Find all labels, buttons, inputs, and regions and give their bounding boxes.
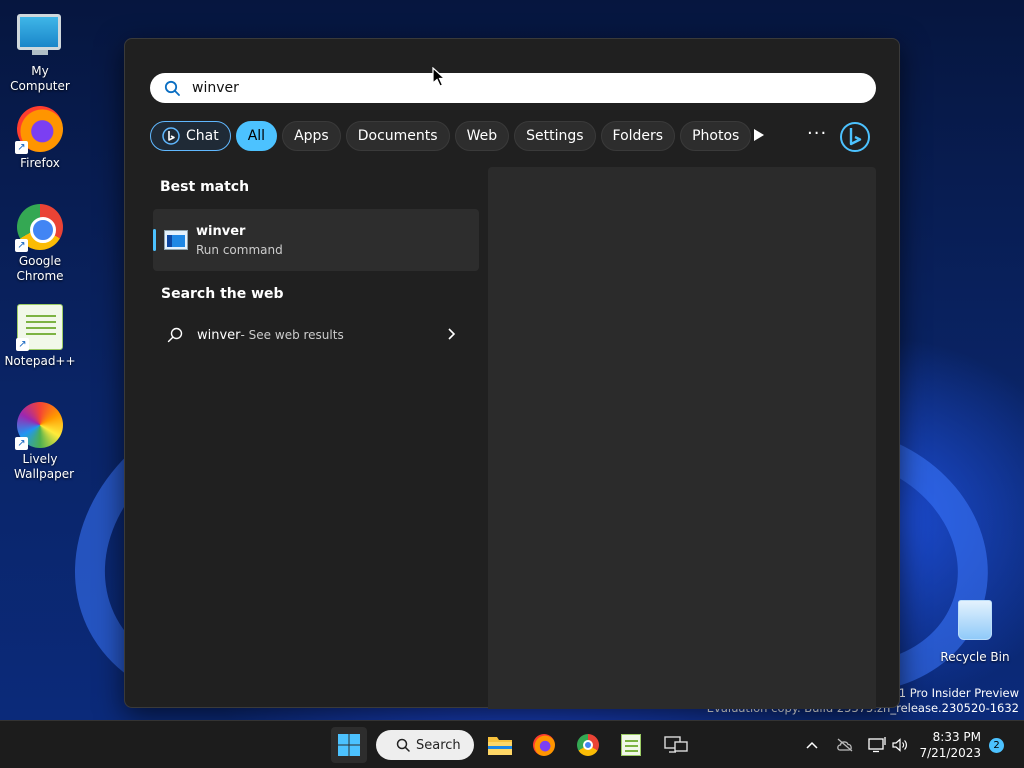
filter-label: Folders xyxy=(612,128,664,144)
bing-button[interactable] xyxy=(839,121,871,157)
run-command-icon xyxy=(164,230,188,250)
search-box[interactable] xyxy=(150,73,876,103)
shortcut-arrow-icon: ↗ xyxy=(15,437,28,450)
ellipsis-icon: ··· xyxy=(807,123,828,144)
chrome-icon: ↗ xyxy=(15,204,63,252)
filter-label: Documents xyxy=(357,128,438,144)
search-icon xyxy=(164,80,180,96)
desktop-icon-label: Lively Wallpaper xyxy=(14,452,75,481)
network-icon xyxy=(868,737,886,753)
filter-web[interactable]: Web xyxy=(454,121,510,151)
web-result-suffix: - See web results xyxy=(240,328,344,342)
desktop-icon-notepadpp[interactable]: ↗ Notepad++ xyxy=(0,304,80,369)
start-button[interactable] xyxy=(331,727,367,763)
taskbar-chrome[interactable] xyxy=(570,727,606,763)
chevron-right-icon xyxy=(448,328,456,340)
filter-settings[interactable]: Settings xyxy=(514,121,596,151)
filter-pills: Chat All Apps Documents Web Settings Fol… xyxy=(150,121,752,151)
filter-label: Apps xyxy=(294,128,329,144)
notepadpp-icon: ↗ xyxy=(16,304,63,351)
shortcut-arrow-icon: ↗ xyxy=(16,338,29,351)
clock-date: 7/21/2023 xyxy=(919,746,981,760)
result-name: winver xyxy=(196,223,246,239)
computer-icon xyxy=(17,14,63,60)
filter-chat[interactable]: Chat xyxy=(150,121,231,151)
filter-label: Photos xyxy=(692,128,740,144)
notepadpp-icon xyxy=(621,734,641,756)
search-input[interactable] xyxy=(192,80,832,96)
taskbar-remote-desktop[interactable] xyxy=(658,727,694,763)
cloud-offline-icon xyxy=(837,738,853,752)
onedrive-tray-button[interactable] xyxy=(836,721,854,768)
network-tray-button[interactable] xyxy=(868,721,886,768)
search-flyout: Chat All Apps Documents Web Settings Fol… xyxy=(124,38,900,709)
bing-icon xyxy=(840,122,870,152)
filter-label: Web xyxy=(466,128,498,144)
show-hidden-icons-button[interactable] xyxy=(806,721,818,768)
filter-label: Settings xyxy=(526,128,584,144)
filter-apps[interactable]: Apps xyxy=(282,121,341,151)
best-match-result[interactable]: winver Run command xyxy=(153,209,479,271)
play-icon xyxy=(754,129,764,141)
taskbar-search-label: Search xyxy=(416,737,461,753)
result-subtitle: Run command xyxy=(196,242,283,257)
notification-badge[interactable]: 2 xyxy=(989,738,1004,753)
taskbar-file-explorer[interactable] xyxy=(482,727,518,763)
desktop-icon-label: Notepad++ xyxy=(4,354,76,368)
more-filters-button[interactable] xyxy=(753,128,765,146)
filter-label: All xyxy=(247,128,266,144)
chrome-icon xyxy=(577,734,599,756)
desktop-icon-recycle-bin[interactable]: Recycle Bin xyxy=(935,598,1015,665)
chevron-up-icon xyxy=(806,741,818,749)
filter-all[interactable]: All xyxy=(235,121,278,151)
taskbar-clock[interactable]: 8:33 PM 7/21/2023 xyxy=(919,729,981,761)
windows-logo-icon xyxy=(338,734,360,756)
desktop-icon-label: Firefox xyxy=(20,156,60,170)
mouse-cursor-icon xyxy=(432,67,446,87)
shortcut-arrow-icon: ↗ xyxy=(15,141,28,154)
filter-folders[interactable]: Folders xyxy=(600,121,676,151)
best-match-heading: Best match xyxy=(160,179,250,195)
preview-pane xyxy=(488,167,876,709)
bing-chat-icon xyxy=(162,127,180,145)
desktop-icon-google-chrome[interactable]: ↗ Google Chrome xyxy=(0,204,80,284)
recycle-bin-icon xyxy=(952,600,998,646)
desktop-icon-firefox[interactable]: ↗ Firefox xyxy=(0,106,80,171)
search-icon xyxy=(396,738,410,752)
firefox-icon xyxy=(533,734,555,756)
firefox-icon: ↗ xyxy=(15,106,63,154)
folder-icon xyxy=(488,737,512,755)
selection-indicator xyxy=(153,229,156,251)
desktop-icon-label: Recycle Bin xyxy=(940,650,1010,664)
lively-wallpaper-icon: ↗ xyxy=(15,402,63,450)
web-search-result[interactable]: winver - See web results xyxy=(153,319,479,351)
filter-label: Chat xyxy=(186,128,219,144)
filter-documents[interactable]: Documents xyxy=(345,121,450,151)
web-result-query: winver xyxy=(197,327,241,343)
more-options-button[interactable]: ··· xyxy=(807,123,827,144)
clock-time: 8:33 PM xyxy=(932,730,981,744)
taskbar-firefox[interactable] xyxy=(526,727,562,763)
volume-tray-button[interactable] xyxy=(892,721,908,768)
desktop-icon-my-computer[interactable]: My Computer xyxy=(0,10,80,94)
web-search-icon xyxy=(167,327,183,343)
desktop-icon-lively-wallpaper[interactable]: ↗ Lively Wallpaper xyxy=(0,402,80,482)
speaker-icon xyxy=(892,738,907,752)
taskbar: Search 8:33 PM 7/21/2023 2 xyxy=(0,720,1024,768)
desktop-icon-label: Google Chrome xyxy=(16,254,64,283)
shortcut-arrow-icon: ↗ xyxy=(15,239,28,252)
taskbar-search-button[interactable]: Search xyxy=(376,730,474,760)
taskbar-notepadpp[interactable] xyxy=(613,727,649,763)
desktop-icon-label: My Computer xyxy=(10,64,70,93)
search-the-web-heading: Search the web xyxy=(161,286,284,302)
remote-desktop-icon xyxy=(664,736,688,753)
filter-photos[interactable]: Photos xyxy=(680,121,752,151)
